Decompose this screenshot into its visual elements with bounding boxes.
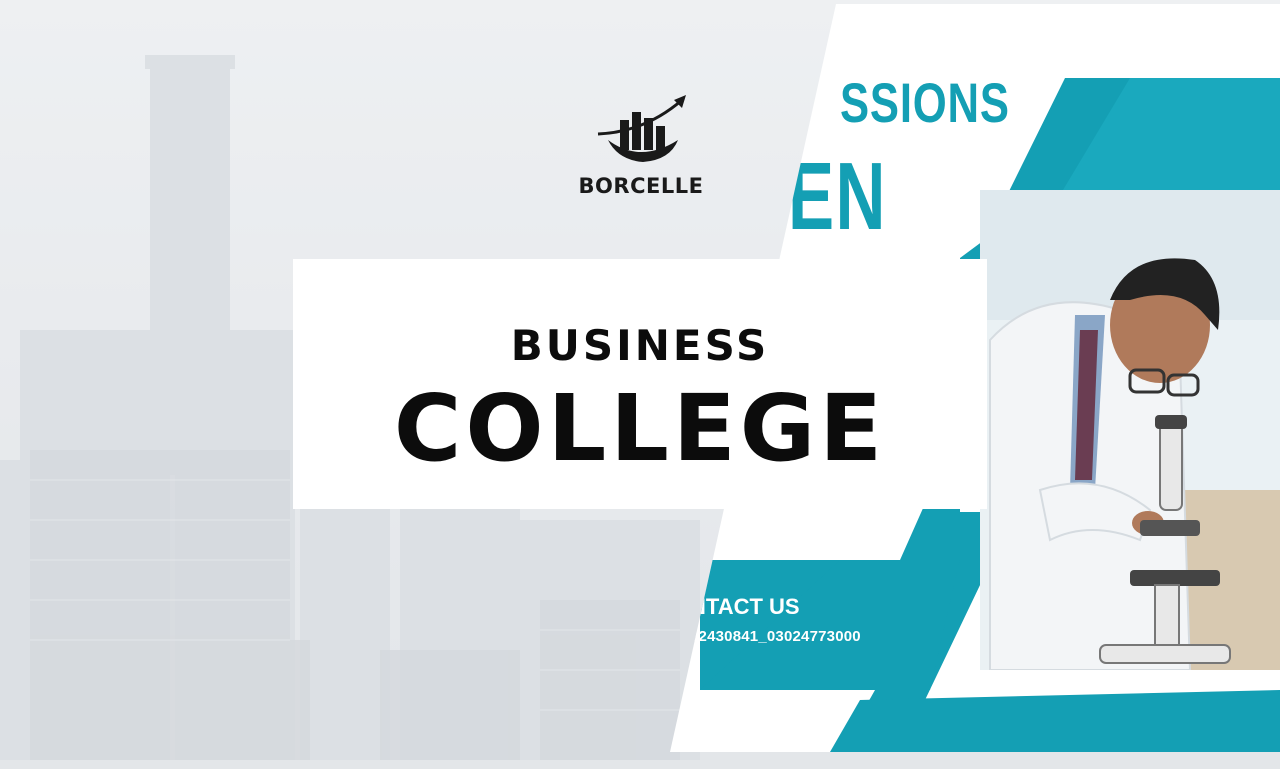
title-card: BUSINESS COLLEGE	[293, 259, 987, 509]
title-line-1: BUSINESS	[510, 321, 770, 370]
title-line-2: COLLEGE	[393, 375, 887, 482]
brand-logo	[590, 92, 700, 170]
admissions-headline: SSIONS	[840, 71, 1010, 134]
banner-canvas: SSIONS EN NTACT US 02430841_03024773000	[0, 0, 1280, 769]
open-headline: EN	[788, 143, 887, 250]
rising-bars-arrow-icon	[597, 95, 686, 162]
contact-heading: NTACT US	[690, 594, 800, 619]
contact-phones: 02430841_03024773000	[690, 628, 861, 645]
student-microscope-photo	[980, 190, 1280, 670]
brand-name: BORCELLE	[578, 174, 704, 198]
